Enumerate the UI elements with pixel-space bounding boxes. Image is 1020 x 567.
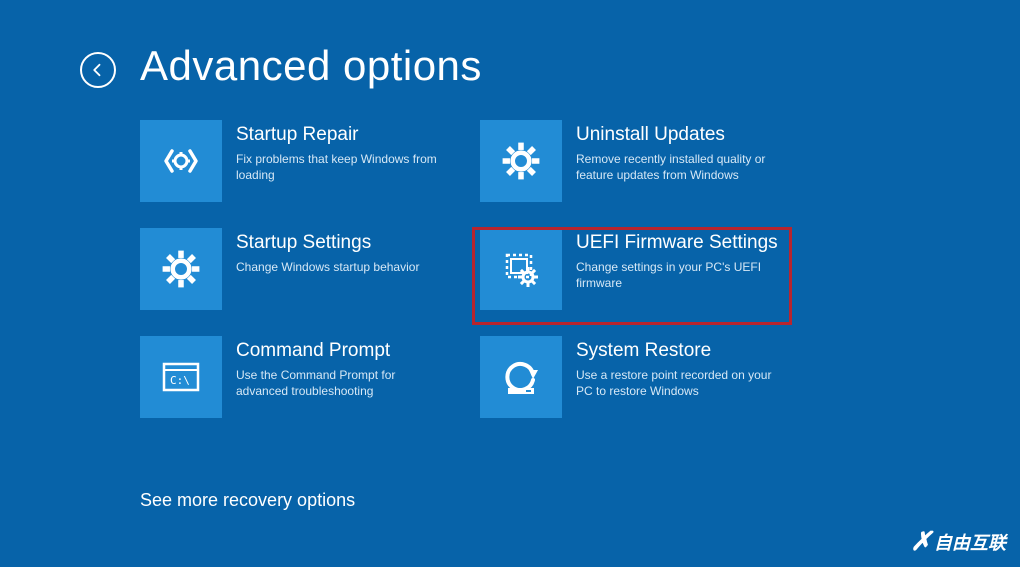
tile-desc: Use a restore point recorded on your PC … — [576, 367, 782, 399]
tile-desc: Change Windows startup behavior — [236, 259, 419, 275]
tile-uninstall-updates[interactable]: Uninstall Updates Remove recently instal… — [480, 120, 810, 202]
gear-icon — [480, 120, 562, 202]
tile-desc: Fix problems that keep Windows from load… — [236, 151, 442, 183]
tile-startup-repair[interactable]: Startup Repair Fix problems that keep Wi… — [140, 120, 470, 202]
see-more-link[interactable]: See more recovery options — [140, 490, 355, 511]
startup-repair-icon — [140, 120, 222, 202]
gear-icon — [140, 228, 222, 310]
tile-command-prompt[interactable]: C:\ Command Prompt Use the Command Promp… — [140, 336, 470, 418]
restore-icon — [480, 336, 562, 418]
svg-text:C:\: C:\ — [170, 374, 190, 387]
tile-uefi-firmware[interactable]: UEFI Firmware Settings Change settings i… — [480, 228, 810, 310]
tile-text: Command Prompt Use the Command Prompt fo… — [222, 336, 442, 399]
tile-desc: Remove recently installed quality or fea… — [576, 151, 782, 183]
page-title: Advanced options — [140, 42, 482, 90]
tile-text: Uninstall Updates Remove recently instal… — [562, 120, 782, 183]
back-button[interactable] — [80, 52, 116, 88]
tile-title: Uninstall Updates — [576, 124, 782, 147]
watermark: ✗ 自由互联 — [910, 526, 1006, 557]
tile-title: Command Prompt — [236, 340, 442, 363]
tile-text: Startup Repair Fix problems that keep Wi… — [222, 120, 442, 183]
header: Advanced options — [80, 42, 482, 90]
watermark-x-icon: ✗ — [910, 526, 932, 557]
tile-title: UEFI Firmware Settings — [576, 232, 782, 255]
tile-desc: Change settings in your PC's UEFI firmwa… — [576, 259, 782, 291]
watermark-text: 自由互联 — [934, 529, 1006, 555]
tile-text: UEFI Firmware Settings Change settings i… — [562, 228, 782, 291]
arrow-left-icon — [89, 61, 107, 79]
chip-gear-icon — [480, 228, 562, 310]
tile-text: System Restore Use a restore point recor… — [562, 336, 782, 399]
command-prompt-icon: C:\ — [140, 336, 222, 418]
tile-desc: Use the Command Prompt for advanced trou… — [236, 367, 442, 399]
tile-title: System Restore — [576, 340, 782, 363]
tile-title: Startup Settings — [236, 232, 419, 255]
tile-text: Startup Settings Change Windows startup … — [222, 228, 419, 275]
tile-title: Startup Repair — [236, 124, 442, 147]
tile-startup-settings[interactable]: Startup Settings Change Windows startup … — [140, 228, 470, 310]
options-grid: Startup Repair Fix problems that keep Wi… — [140, 120, 810, 418]
tile-system-restore[interactable]: System Restore Use a restore point recor… — [480, 336, 810, 418]
